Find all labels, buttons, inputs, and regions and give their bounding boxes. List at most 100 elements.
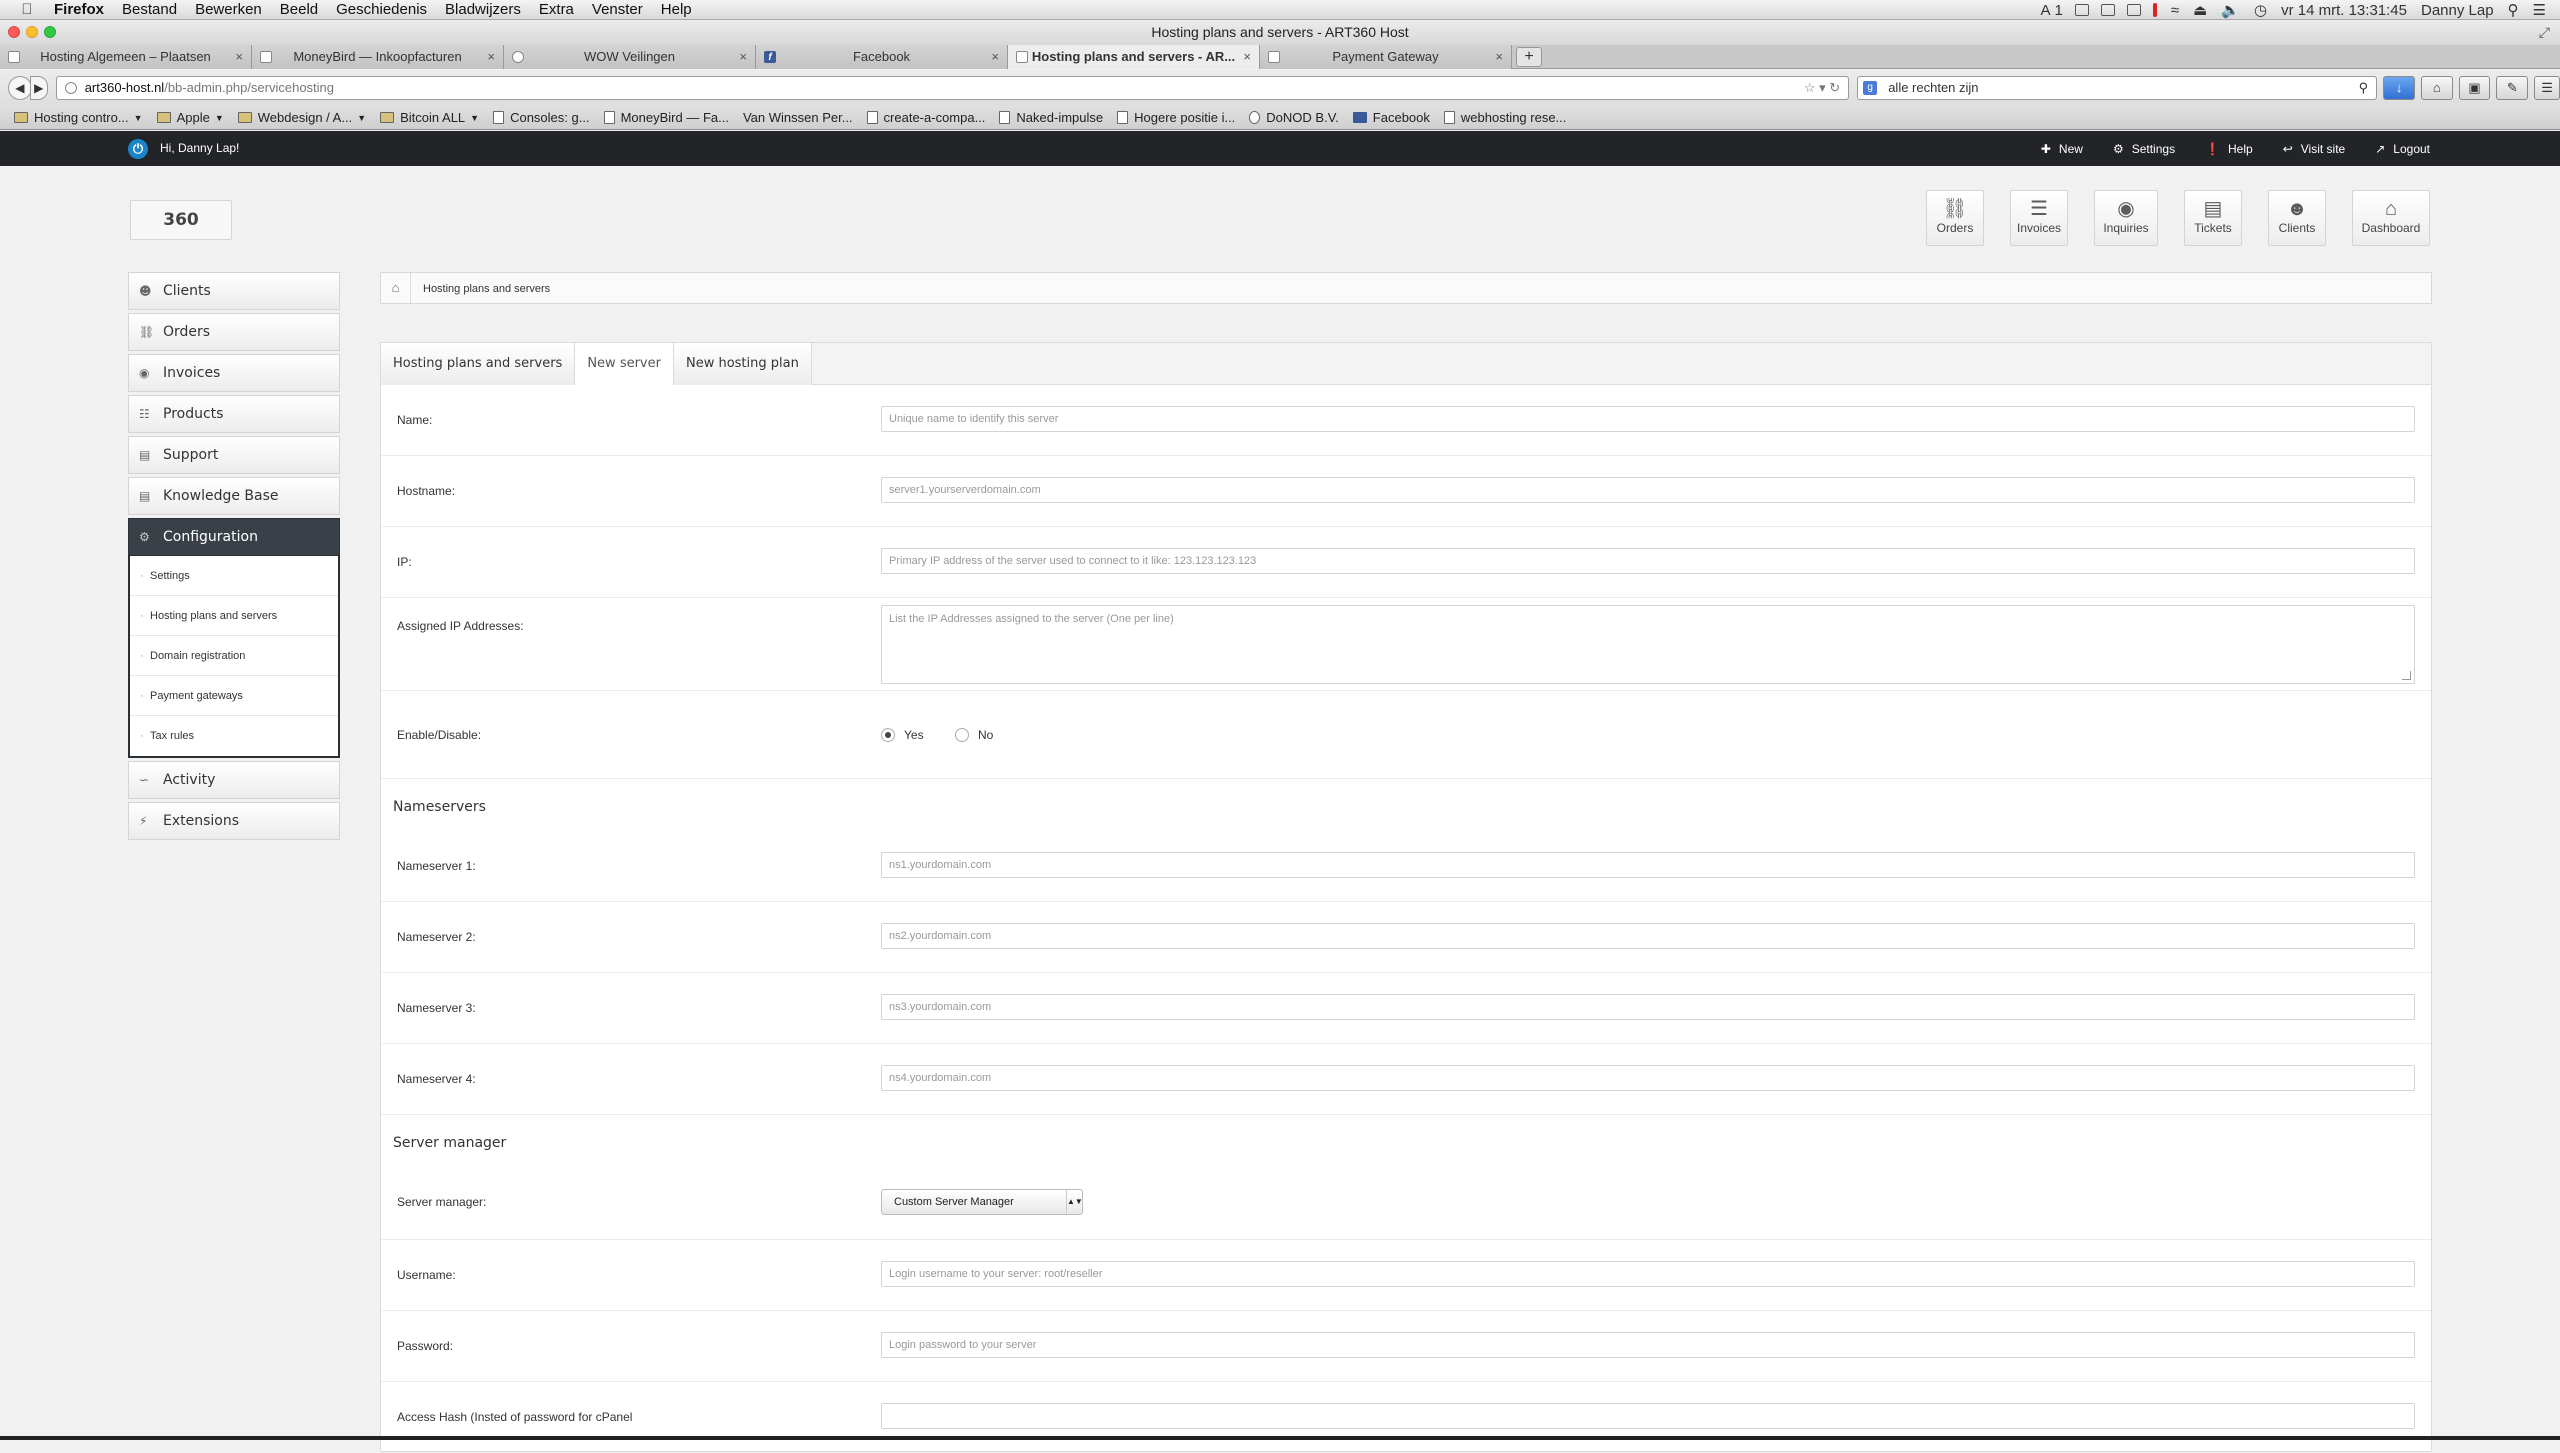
bookmark-item[interactable]: Van Winssen Per... [743, 110, 853, 125]
sidebar-item-orders[interactable]: ⛓ Orders [128, 313, 340, 351]
server-manager-select[interactable]: Custom Server Manager ▲▼ [881, 1189, 1083, 1215]
close-tab-icon[interactable]: × [235, 45, 243, 69]
wifi-icon[interactable]: ≈ [2171, 2, 2179, 19]
bookmark-item[interactable]: Apple ▼ [156, 110, 224, 125]
quick-invoices-button[interactable]: ☰ Invoices [2010, 190, 2068, 246]
user-name[interactable]: Danny Lap [2421, 2, 2494, 19]
back-button[interactable]: ◀ [8, 76, 32, 100]
browser-tab[interactable]: f Facebook × [756, 45, 1008, 69]
password-input[interactable]: Login password to your server [881, 1332, 2415, 1358]
search-icon[interactable]: ⚲ [2359, 77, 2369, 99]
tab-hosting-plans[interactable]: Hosting plans and servers [381, 343, 576, 385]
admin-greeting[interactable]: Hi, Danny Lap! [160, 131, 239, 166]
browser-tab-active[interactable]: Hosting plans and servers - AR... × [1008, 45, 1260, 69]
bookmark-item[interactable]: Facebook [1352, 110, 1430, 125]
forward-button[interactable]: ▶ [29, 76, 48, 100]
close-tab-icon[interactable]: × [487, 45, 495, 69]
sidebar-item-products[interactable]: ☷ Products [128, 395, 340, 433]
logout-link[interactable]: ↗ Logout [2375, 142, 2430, 156]
drive-icon[interactable] [2126, 4, 2141, 16]
notification-list-icon[interactable]: ☰ [2533, 1, 2546, 19]
enable-yes-radio[interactable]: Yes [881, 728, 924, 742]
settings-link[interactable]: ⚙ Settings [2113, 142, 2175, 156]
quick-dashboard-button[interactable]: ⌂ Dashboard [2352, 190, 2430, 246]
enable-no-radio[interactable]: No [955, 728, 993, 742]
minimize-window-icon[interactable] [26, 26, 38, 38]
pause-icon[interactable] [2152, 3, 2157, 17]
url-bar[interactable]: art360-host.nl/bb-admin.php/servicehosti… [55, 76, 1850, 100]
bookmark-item[interactable]: webhosting rese... [1443, 110, 1566, 125]
assigned-ips-textarea[interactable]: List the IP Addresses assigned to the se… [881, 605, 2415, 684]
reload-icon[interactable]: ↻ [1829, 80, 1840, 95]
submenu-payment-gateways[interactable]: Payment gateways [130, 676, 338, 716]
quick-tickets-button[interactable]: ▤ Tickets [2184, 190, 2242, 246]
help-link[interactable]: ❗ Help [2205, 142, 2253, 156]
bookmark-item[interactable]: Consoles: g... [493, 110, 590, 125]
volume-icon[interactable]: 🔈 [2221, 1, 2240, 19]
company-logo[interactable]: 360 [130, 200, 232, 240]
zoom-window-icon[interactable] [44, 26, 56, 38]
fullscreen-icon[interactable]: ⤢ [2539, 20, 2550, 45]
hostname-input[interactable]: server1.yourserverdomain.com [881, 477, 2415, 503]
menu-button[interactable]: ☰ [2534, 76, 2560, 100]
google-icon[interactable]: g [1863, 81, 1878, 95]
home-button[interactable]: ⌂ [2420, 76, 2453, 100]
breadcrumb-current[interactable]: Hosting plans and servers [423, 283, 550, 295]
browser-tab[interactable]: Hosting Algemeen – Plaatsen × [0, 45, 252, 69]
search-bar[interactable]: g alle rechten zijn ⚲ [1857, 76, 2378, 100]
power-icon[interactable]: ⏻ [128, 139, 148, 159]
sidebar-item-activity[interactable]: ∽ Activity [128, 761, 340, 799]
ns4-input[interactable]: ns4.yourdomain.com [881, 1065, 2415, 1091]
bookmark-item[interactable]: Hosting contro... ▼ [14, 110, 143, 125]
close-tab-icon[interactable]: × [991, 45, 999, 69]
menu-firefox[interactable]: Firefox [54, 1, 104, 18]
clock-icon[interactable]: ◷ [2254, 1, 2267, 19]
bookmark-item[interactable]: MoneyBird — Fa... [603, 110, 729, 125]
bookmark-item[interactable]: Webdesign / A... ▼ [237, 110, 366, 125]
eject-icon[interactable]: ⏏ [2193, 1, 2207, 19]
sidebar-item-knowledge-base[interactable]: ▤ Knowledge Base [128, 477, 340, 515]
adobe-icon[interactable]: A [2041, 2, 2051, 19]
bookmark-item[interactable]: DoNOD B.V. [1249, 110, 1339, 125]
browser-tab[interactable]: Payment Gateway × [1260, 45, 1512, 69]
tab-new-hosting-plan[interactable]: New hosting plan [673, 343, 812, 385]
new-link[interactable]: ✚ New [2041, 142, 2083, 156]
submenu-settings[interactable]: Settings [130, 556, 338, 596]
close-tab-icon[interactable]: × [1495, 45, 1503, 69]
username-input[interactable]: Login username to your server: root/rese… [881, 1261, 2415, 1287]
tab-new-server[interactable]: New server [575, 343, 674, 385]
dropdown-icon[interactable]: ▾ [1819, 80, 1826, 95]
bookmark-item[interactable]: Hogere positie i... [1117, 110, 1235, 125]
sidebar-item-invoices[interactable]: ◉ Invoices [128, 354, 340, 392]
ns3-input[interactable]: ns3.yourdomain.com [881, 994, 2415, 1020]
browser-tab[interactable]: WOW Veilingen × [504, 45, 756, 69]
quick-orders-button[interactable]: ⛓ Orders [1926, 190, 1984, 246]
resize-grip-icon[interactable] [2402, 671, 2411, 680]
submenu-domain-registration[interactable]: Domain registration [130, 636, 338, 676]
submenu-tax-rules[interactable]: Tax rules [130, 716, 338, 756]
new-tab-button[interactable]: + [1516, 47, 1542, 67]
box-icon[interactable] [2100, 4, 2115, 16]
clock-text[interactable]: vr 14 mrt. 13:31:45 [2281, 2, 2407, 19]
quick-clients-button[interactable]: ☻ Clients [2268, 190, 2326, 246]
submenu-hosting-plans[interactable]: Hosting plans and servers [130, 596, 338, 636]
sidebar-item-configuration[interactable]: ⚙ Configuration [128, 518, 340, 556]
browser-tab[interactable]: MoneyBird — Inkoopfacturen × [252, 45, 504, 69]
quick-inquiries-button[interactable]: ◉ Inquiries [2094, 190, 2158, 246]
bookmark-star-icon[interactable]: ☆ [1804, 80, 1816, 95]
ip-input[interactable]: Primary IP address of the server used to… [881, 548, 2415, 574]
menu-bestand[interactable]: Bestand [122, 1, 177, 18]
bookmark-item[interactable]: Naked-impulse [999, 110, 1103, 125]
ns2-input[interactable]: ns2.yourdomain.com [881, 923, 2415, 949]
download-button[interactable]: ↓ [2383, 76, 2415, 100]
sidebar-item-support[interactable]: ▤ Support [128, 436, 340, 474]
flag-icon[interactable] [2074, 4, 2089, 16]
menu-venster[interactable]: Venster [592, 1, 643, 18]
bookmark-item[interactable]: Bitcoin ALL ▼ [380, 110, 479, 125]
addon-button[interactable]: ✎ [2496, 76, 2529, 100]
menu-beeld[interactable]: Beeld [280, 1, 318, 18]
menu-geschiedenis[interactable]: Geschiedenis [336, 1, 427, 18]
sidebar-item-clients[interactable]: ☻ Clients [128, 272, 340, 310]
close-tab-icon[interactable]: × [739, 45, 747, 69]
site-identity-icon[interactable] [64, 82, 77, 94]
